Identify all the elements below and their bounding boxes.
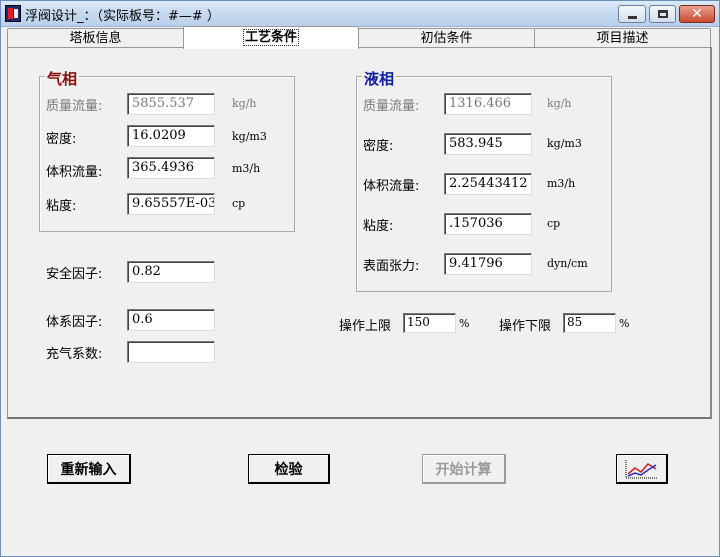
liquid-mass-flow-field[interactable]: 1316.466 [444, 93, 532, 115]
gas-viscosity-label: 粘度: [46, 199, 77, 214]
liquid-volume-flow-label: 体积流量: [363, 179, 420, 194]
gas-volume-flow-label: 体积流量: [46, 165, 103, 180]
line-chart-icon [625, 459, 658, 478]
gas-volume-flow-field[interactable]: 365.4936 [127, 157, 215, 179]
op-upper-limit-field[interactable]: 150 [403, 313, 456, 333]
op-lower-limit-unit: % [619, 317, 630, 330]
gas-density-label: 密度: [46, 132, 77, 147]
tab-process-conditions[interactable]: 工艺条件 [183, 26, 359, 49]
op-upper-limit-label: 操作上限 [339, 319, 392, 334]
liquid-phase-title: 液相 [362, 68, 397, 89]
aeration-coefficient-field[interactable] [127, 341, 215, 363]
liquid-viscosity-unit: cp [547, 217, 561, 230]
liquid-surface-tension-field[interactable]: 9.41796 [444, 253, 532, 275]
liquid-density-label: 密度: [363, 139, 394, 154]
minimize-icon [627, 15, 637, 19]
liquid-volume-flow-unit: m3/h [547, 177, 576, 190]
tab-bar: 塔板信息 工艺条件 初估条件 项目描述 [7, 26, 712, 49]
liquid-volume-flow-field[interactable]: 2.25443412 [444, 173, 532, 195]
close-icon: ✕ [691, 6, 703, 22]
gas-viscosity-unit: cp [232, 197, 246, 210]
op-lower-limit-label: 操作下限 [499, 319, 552, 334]
gas-density-unit: kg/m3 [232, 130, 267, 143]
close-button[interactable]: ✕ [679, 5, 715, 23]
title-bar[interactable]: 浮阀设计_：（实际板号：#—# ） ✕ [1, 1, 719, 27]
system-factor-field[interactable]: 0.6 [127, 309, 215, 331]
gas-mass-flow-unit: kg/h [232, 97, 257, 110]
liquid-density-unit: kg/m3 [547, 137, 582, 150]
tab-project-description[interactable]: 项目描述 [534, 28, 711, 48]
reset-button[interactable]: 重新输入 [47, 454, 131, 484]
gas-volume-flow-unit: m3/h [232, 162, 261, 175]
check-button[interactable]: 检验 [248, 454, 330, 484]
liquid-viscosity-label: 粘度: [363, 219, 394, 234]
gas-mass-flow-label: 质量流量: [46, 99, 103, 114]
start-calculation-button[interactable]: 开始计算 [422, 454, 506, 484]
process-conditions-panel: 气相 质量流量: 5855.537 kg/h 密度: 16.0209 kg/m3… [7, 47, 712, 419]
aeration-coefficient-label: 充气系数: [46, 347, 103, 362]
liquid-mass-flow-label: 质量流量: [363, 99, 420, 114]
gas-density-field[interactable]: 16.0209 [127, 125, 215, 147]
tab-initial-estimate[interactable]: 初估条件 [358, 28, 535, 48]
window-title: 浮阀设计_：（实际板号：#—# ） [25, 9, 220, 24]
minimize-button[interactable] [618, 5, 646, 23]
gas-viscosity-field[interactable]: 9.65557E-03 [127, 193, 215, 215]
liquid-surface-tension-unit: dyn/cm [547, 257, 588, 270]
chart-button[interactable] [616, 454, 668, 484]
liquid-mass-flow-unit: kg/h [547, 97, 572, 110]
safety-factor-field[interactable]: 0.82 [127, 261, 215, 283]
maximize-button[interactable] [649, 5, 676, 23]
system-factor-label: 体系因子: [46, 315, 103, 330]
app-icon[interactable] [5, 5, 21, 22]
liquid-density-field[interactable]: 583.945 [444, 133, 532, 155]
liquid-viscosity-field[interactable]: .157036 [444, 213, 532, 235]
main-window: 浮阀设计_：（实际板号：#—# ） ✕ 塔板信息 工艺条件 初估条件 项目描述 … [0, 0, 720, 557]
op-upper-limit-unit: % [459, 317, 470, 330]
op-lower-limit-field[interactable]: 85 [563, 313, 616, 333]
safety-factor-label: 安全因子: [46, 267, 103, 282]
liquid-surface-tension-label: 表面张力: [363, 259, 420, 274]
gas-mass-flow-field[interactable]: 5855.537 [127, 93, 215, 115]
maximize-icon [657, 10, 668, 18]
tab-tray-info[interactable]: 塔板信息 [7, 28, 184, 48]
gas-phase-title: 气相 [45, 68, 80, 89]
